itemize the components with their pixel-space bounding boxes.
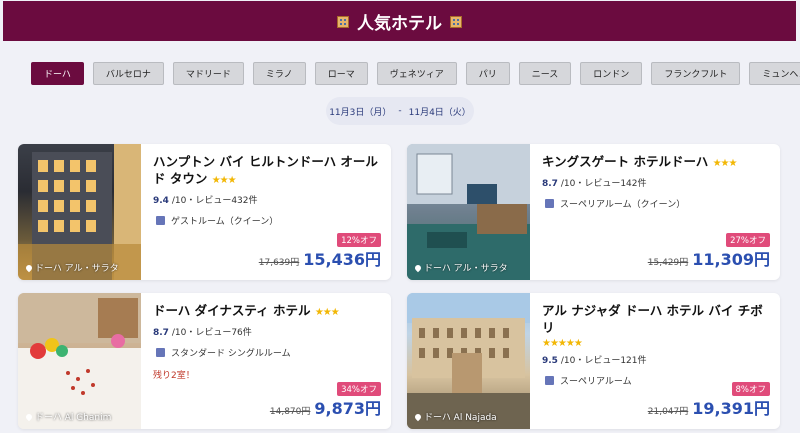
city-tab[interactable]: バルセロナ bbox=[92, 62, 164, 85]
star-rating: ★★★ bbox=[314, 307, 340, 318]
bed-icon bbox=[156, 216, 165, 225]
location-pin-icon bbox=[24, 412, 34, 421]
date-range[interactable]: 11月3日（月） - 11月4日（火） bbox=[326, 97, 474, 125]
hotel-location: ドーハ アル・サラタ bbox=[24, 261, 119, 274]
city-tab[interactable]: ミラノ bbox=[252, 62, 306, 85]
discount-badge: 27%オフ bbox=[726, 233, 770, 247]
hotel-location: ドーハ アル・サラタ bbox=[413, 261, 508, 274]
review-score: 8.7 /10・レビュー76件 bbox=[153, 328, 252, 338]
page-title: 人気ホテル bbox=[357, 13, 442, 34]
current-price: 9,873円 bbox=[314, 399, 381, 418]
discount-badge: 34%オフ bbox=[337, 382, 381, 396]
review-score: 9.5 /10・レビュー121件 bbox=[542, 356, 647, 366]
location-pin-icon bbox=[413, 412, 423, 421]
discount-badge: 8%オフ bbox=[731, 382, 770, 396]
hotel-photo: ドーハ アル・サラタ bbox=[407, 144, 530, 280]
original-price: 14,870円 bbox=[269, 407, 311, 417]
current-price: 11,309円 bbox=[692, 250, 770, 269]
page-header: 人気ホテル bbox=[3, 1, 796, 41]
review-score: 9.4 /10・レビュー432件 bbox=[153, 196, 258, 206]
hotel-location: ドーハ Al Najada bbox=[413, 410, 497, 423]
room-type: ゲストルーム（クイーン） bbox=[153, 214, 381, 227]
hotel-card[interactable]: ドーハ アル・サラタ キングスゲート ホテルドーハ ★★★ 8.7 /10・レビ… bbox=[407, 144, 780, 280]
bed-icon bbox=[156, 348, 165, 357]
city-tab[interactable]: ニース bbox=[518, 62, 572, 85]
city-tab[interactable]: ミュンヘン bbox=[749, 62, 800, 85]
hotel-location: ドーハ Al Ghanim bbox=[24, 410, 111, 423]
price-block: 14,870円 9,873円 bbox=[270, 395, 381, 419]
original-price: 15,429円 bbox=[647, 258, 689, 268]
checkin-date: 11月3日（月） bbox=[329, 107, 392, 118]
price-block: 15,429円 11,309円 bbox=[648, 246, 770, 270]
hotel-name[interactable]: ドーハ ダイナスティ ホテル ★★★ bbox=[153, 302, 381, 321]
star-rating: ★★★ bbox=[211, 175, 237, 186]
room-type: スタンダード シングルルーム bbox=[153, 346, 381, 359]
hotel-photo: ドーハ アル・サラタ bbox=[18, 144, 141, 280]
hotel-card[interactable]: ドーハ アル・サラタ ハンプトン バイ ヒルトンドーハ オールド タウン ★★★… bbox=[18, 144, 391, 280]
city-tab[interactable]: ロンドン bbox=[580, 62, 643, 85]
hotel-name[interactable]: アル ナジャダ ドーハ ホテル バイ チボリ bbox=[542, 302, 770, 336]
city-tab[interactable]: パリ bbox=[465, 62, 510, 85]
availability-notice: 残り2室！ bbox=[153, 371, 195, 381]
city-tab[interactable]: ドーハ bbox=[31, 62, 84, 85]
city-tab[interactable]: マドリード bbox=[172, 62, 244, 85]
hotel-photo: ドーハ Al Najada bbox=[407, 293, 530, 429]
checkout-date: 11月4日（火） bbox=[408, 107, 471, 118]
original-price: 17,639円 bbox=[258, 258, 300, 268]
original-price: 21,047円 bbox=[647, 407, 689, 417]
review-score: 8.7 /10・レビュー142件 bbox=[542, 179, 647, 189]
price-block: 21,047円 19,391円 bbox=[648, 395, 770, 419]
hotel-card[interactable]: ドーハ Al Ghanim ドーハ ダイナスティ ホテル ★★★ 8.7 /10… bbox=[18, 293, 391, 429]
current-price: 19,391円 bbox=[692, 399, 770, 418]
location-pin-icon bbox=[413, 263, 423, 272]
date-separator: - bbox=[398, 106, 402, 116]
hotel-icon bbox=[448, 13, 464, 29]
price-block: 17,639円 15,436円 bbox=[259, 246, 381, 270]
hotel-card[interactable]: ドーハ Al Najada アル ナジャダ ドーハ ホテル バイ チボリ ★★★… bbox=[407, 293, 780, 429]
city-tabs: ドーハ バルセロナ マドリード ミラノ ローマ ヴェネツィア パリ ニース ロン… bbox=[31, 62, 800, 85]
star-rating: ★★★ bbox=[712, 158, 738, 169]
location-pin-icon bbox=[24, 263, 34, 272]
city-tab[interactable]: ヴェネツィア bbox=[376, 62, 457, 85]
room-type: スーペリアルーム（クイーン） bbox=[542, 197, 770, 210]
city-tab[interactable]: ローマ bbox=[314, 62, 368, 85]
hotel-photo: ドーハ Al Ghanim bbox=[18, 293, 141, 429]
discount-badge: 12%オフ bbox=[337, 233, 381, 247]
city-tab[interactable]: フランクフルト bbox=[651, 62, 741, 85]
hotel-icon bbox=[335, 13, 351, 29]
bed-icon bbox=[545, 199, 554, 208]
bed-icon bbox=[545, 376, 554, 385]
hotel-name[interactable]: ハンプトン バイ ヒルトンドーハ オールド タウン ★★★ bbox=[153, 153, 381, 189]
current-price: 15,436円 bbox=[303, 250, 381, 269]
star-rating: ★★★★★ bbox=[542, 338, 583, 349]
hotel-name[interactable]: キングスゲート ホテルドーハ ★★★ bbox=[542, 153, 770, 172]
